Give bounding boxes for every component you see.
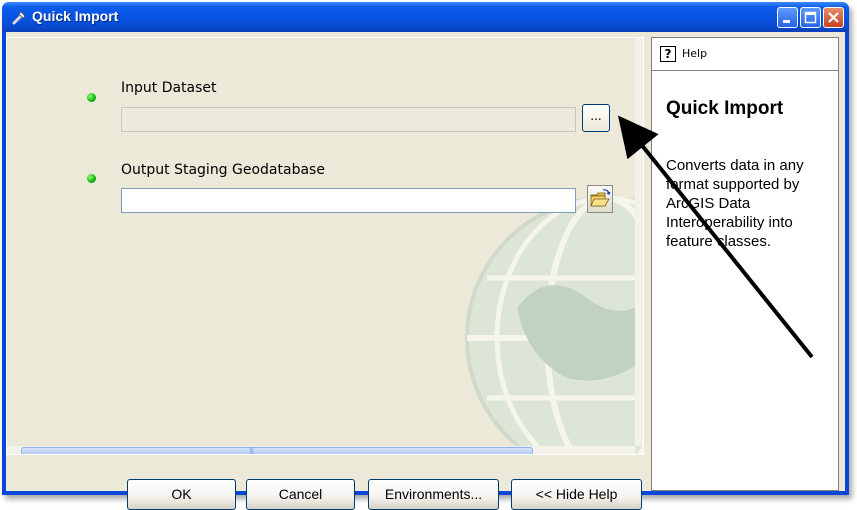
browse-geodatabase-button[interactable] xyxy=(587,185,613,213)
input-dataset-label: Input Dataset xyxy=(121,80,217,96)
folder-open-icon xyxy=(590,189,611,207)
horizontal-scrollbar[interactable]: ||| xyxy=(7,446,635,455)
scroll-grip: ||| xyxy=(249,447,254,455)
help-icon: ? xyxy=(660,46,676,62)
dialog-client: Input Dataset ... Output Staging Geodata… xyxy=(6,32,845,510)
maximize-button[interactable] xyxy=(800,7,821,28)
hide-help-button[interactable]: << Hide Help xyxy=(511,479,642,510)
close-icon xyxy=(828,12,839,23)
minimize-button[interactable] xyxy=(777,7,798,28)
help-panel: ? Help Quick Import Converts data in any… xyxy=(651,37,839,491)
output-geodatabase-field[interactable] xyxy=(121,188,576,213)
output-geodatabase-label: Output Staging Geodatabase xyxy=(121,162,325,178)
tool-icon xyxy=(12,11,26,25)
window-title: Quick Import xyxy=(32,8,119,24)
input-dataset-field[interactable] xyxy=(121,107,576,132)
help-title: Quick Import xyxy=(666,98,784,119)
help-tab[interactable]: ? Help xyxy=(652,38,838,71)
ok-button[interactable]: OK xyxy=(127,479,236,510)
help-tab-label: Help xyxy=(682,47,708,60)
dialog-window: Quick Import Input Dataset ... Output St… xyxy=(2,2,849,510)
close-button[interactable] xyxy=(823,7,844,28)
globe-watermark xyxy=(465,195,643,454)
vertical-scrollbar[interactable] xyxy=(635,38,643,446)
required-indicator-input xyxy=(87,93,96,102)
cancel-button[interactable]: Cancel xyxy=(246,479,355,510)
browse-dataset-button[interactable]: ... xyxy=(582,104,610,132)
help-description: Converts data in any format supported by… xyxy=(666,157,804,250)
minimize-icon xyxy=(783,20,790,23)
parameter-panel: Input Dataset ... Output Staging Geodata… xyxy=(6,37,644,455)
required-indicator-output xyxy=(87,174,96,183)
environments-button[interactable]: Environments... xyxy=(368,479,499,510)
horizontal-scroll-thumb[interactable] xyxy=(21,447,533,454)
title-bar[interactable]: Quick Import xyxy=(2,2,849,32)
maximize-icon xyxy=(804,11,817,24)
